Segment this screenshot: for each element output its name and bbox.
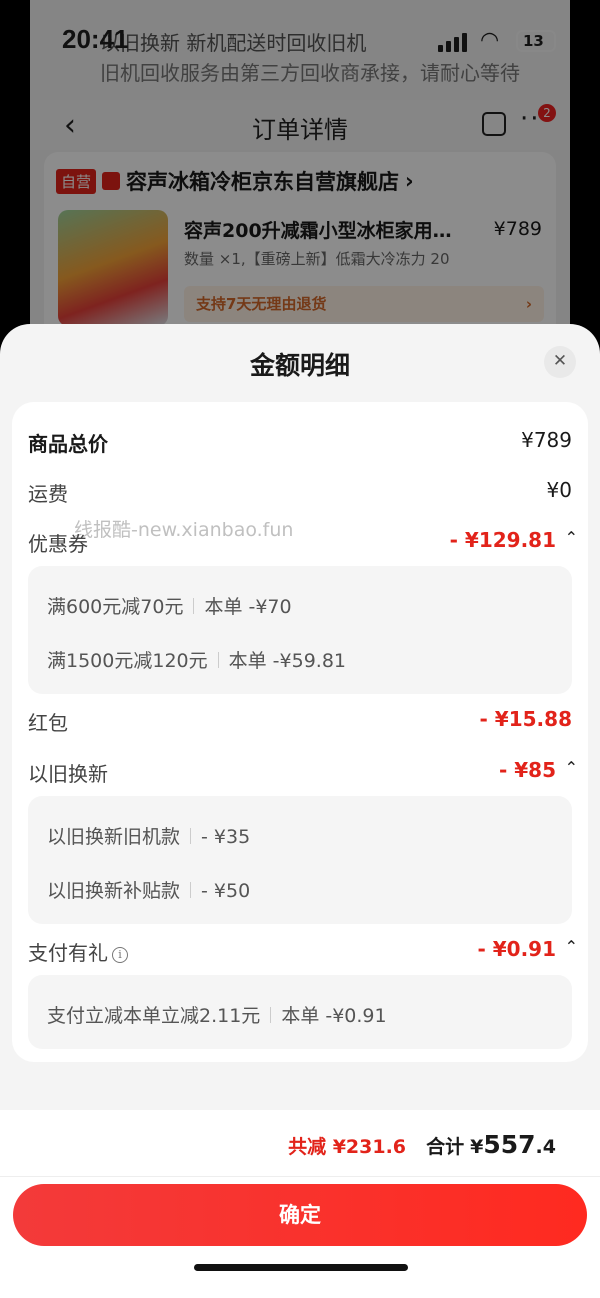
trade-in-value: - ¥85 (498, 758, 556, 782)
divider (190, 882, 192, 898)
amount-detail-sheet: 金额明细 ✕ 线报酷-new.xianbao.fun 商品总价 ¥789 运费 … (0, 324, 600, 1298)
trade-in-item-name: 以旧换新旧机款 (47, 826, 181, 848)
price-summary: 共减 ¥231.6 合计 ¥557.4 (288, 1130, 556, 1159)
clock: 20:41 (62, 24, 129, 54)
footer-divider (0, 1176, 600, 1177)
total-amount-decimal: .4 (535, 1136, 556, 1158)
chevron-up-icon[interactable]: ⌃ (565, 937, 578, 956)
goods-total-value: ¥789 (521, 428, 572, 452)
coupon-item-name: 满1500元减120元 (47, 650, 208, 672)
shipping-label: 运费 (28, 482, 68, 506)
shipping-value: ¥0 (546, 478, 572, 502)
info-icon[interactable]: i (112, 947, 128, 963)
sheet-footer: 共减 ¥231.6 合计 ¥557.4 确定 (0, 1110, 600, 1298)
pay-gift-row[interactable]: 支付有礼 i - ¥0.91 ⌃ (28, 937, 578, 967)
trade-in-item-amount: - ¥50 (201, 880, 251, 902)
sheet-title: 金额明细 (249, 351, 350, 380)
coupon-row[interactable]: 优惠券 - ¥129.81 ⌃ (28, 528, 578, 558)
divider (190, 828, 192, 844)
shipping-row: 运费 ¥0 (28, 478, 572, 508)
cellular-signal-icon (438, 32, 467, 52)
trade-in-row[interactable]: 以旧换新 - ¥85 ⌃ (28, 758, 578, 788)
pay-gift-value: - ¥0.91 (477, 937, 556, 961)
red-packet-value: - ¥15.88 (479, 707, 572, 731)
coupon-item: 满1500元减120元 本单 -¥59.81 (47, 646, 346, 673)
trade-in-label: 以旧换新 (28, 762, 108, 786)
trade-in-item: 以旧换新旧机款 - ¥35 (47, 822, 250, 849)
chevron-up-icon[interactable]: ⌃ (565, 758, 578, 777)
wifi-icon: ◠ (480, 28, 500, 53)
red-packet-row: 红包 - ¥15.88 (28, 707, 572, 737)
trade-in-item-amount: - ¥35 (201, 826, 251, 848)
divider (193, 598, 195, 614)
goods-total-label: 商品总价 (28, 432, 108, 456)
total-label: 合计 (426, 1136, 465, 1158)
goods-total-row: 商品总价 ¥789 (28, 428, 572, 458)
trade-in-item-name: 以旧换新补贴款 (47, 880, 181, 902)
total-amount-integer: 557 (483, 1130, 536, 1159)
coupon-item-name: 满600元减70元 (47, 596, 184, 618)
battery-icon: 13 (516, 30, 556, 52)
amount-detail-card: 线报酷-new.xianbao.fun 商品总价 ¥789 运费 ¥0 优惠券 … (12, 402, 588, 1062)
coupon-breakdown: 满600元减70元 本单 -¥70 满1500元减120元 本单 -¥59.81 (28, 566, 572, 694)
pay-gift-item-amount: 本单 -¥0.91 (281, 1005, 387, 1027)
trade-in-breakdown: 以旧换新旧机款 - ¥35 以旧换新补贴款 - ¥50 (28, 796, 572, 924)
battery-level: 13 (523, 32, 544, 50)
coupon-item: 满600元减70元 本单 -¥70 (47, 592, 292, 619)
divider (270, 1007, 272, 1023)
total-saved: 共减 ¥231.6 (288, 1136, 407, 1158)
total-currency: ¥ (470, 1136, 484, 1158)
chevron-up-icon[interactable]: ⌃ (565, 528, 578, 547)
trade-in-item: 以旧换新补贴款 - ¥50 (47, 876, 250, 903)
pay-gift-item: 支付立减本单立减2.11元 本单 -¥0.91 (47, 1001, 387, 1028)
coupon-label: 优惠券 (28, 532, 88, 556)
red-packet-label: 红包 (28, 711, 68, 735)
home-indicator[interactable] (194, 1264, 408, 1271)
coupon-value: - ¥129.81 (449, 528, 556, 552)
divider (217, 652, 219, 668)
pay-gift-label-wrap: 支付有礼 i (28, 937, 128, 966)
pay-gift-breakdown: 支付立减本单立减2.11元 本单 -¥0.91 (28, 975, 572, 1049)
confirm-button[interactable]: 确定 (13, 1184, 587, 1246)
coupon-item-amount: 本单 -¥59.81 (228, 650, 347, 672)
status-bar: 20:41 ◠ 13 (0, 22, 600, 62)
close-button[interactable]: ✕ (544, 346, 576, 378)
coupon-item-amount: 本单 -¥70 (204, 596, 292, 618)
pay-gift-label: 支付有礼 (28, 941, 108, 965)
pay-gift-item-name: 支付立减本单立减2.11元 (47, 1005, 261, 1027)
